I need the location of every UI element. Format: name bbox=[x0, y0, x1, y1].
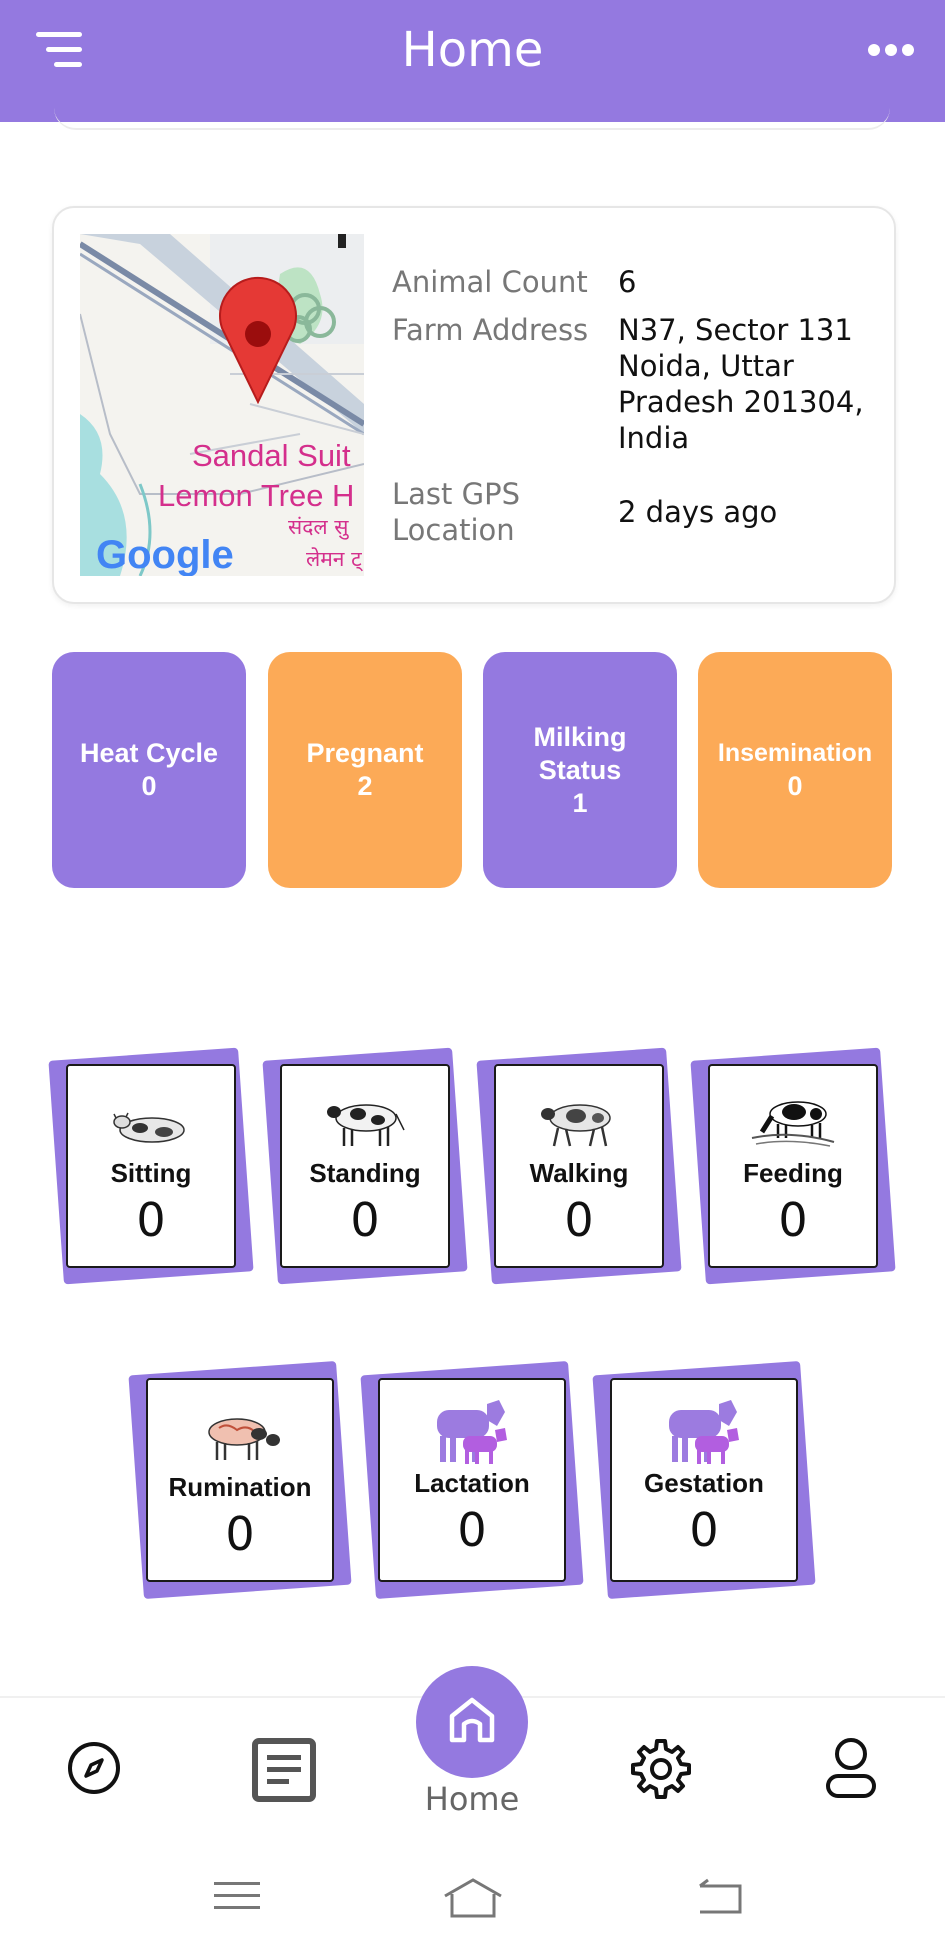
map-label-1: Sandal Suit bbox=[192, 438, 351, 473]
lactation-label: Lactation bbox=[414, 1468, 530, 1498]
feeding-card[interactable]: Feeding 0 bbox=[690, 1047, 896, 1285]
farm-address-value: N37, Sector 131 Noida, Uttar Pradesh 201… bbox=[618, 313, 864, 455]
home-icon bbox=[449, 1697, 495, 1743]
map-label-3: संदल सु bbox=[288, 515, 349, 540]
gps-value: 2 days ago bbox=[618, 495, 778, 529]
walking-label: Walking bbox=[529, 1158, 629, 1188]
system-navigation-bar bbox=[0, 1852, 945, 1950]
walking-card[interactable]: Walking 0 bbox=[476, 1047, 682, 1285]
heat-cycle-value: 0 bbox=[141, 771, 157, 801]
milking-status-label: Milking Status bbox=[533, 721, 627, 785]
sitting-card[interactable]: Sitting 0 bbox=[48, 1047, 254, 1285]
heat-cycle-label: Heat Cycle bbox=[79, 738, 219, 768]
rumination-count: 0 bbox=[225, 1507, 255, 1561]
cow-calf-icon bbox=[437, 1400, 507, 1464]
sitting-count: 0 bbox=[136, 1193, 166, 1247]
map-image: Sandal Suit Lemon Tree H संदल सु लेमन ट्… bbox=[80, 234, 364, 576]
milking-status-value: 1 bbox=[572, 787, 588, 818]
feeding-label: Feeding bbox=[743, 1158, 843, 1188]
gps-label: Last GPS Location bbox=[392, 477, 520, 547]
more-dots-icon[interactable] bbox=[867, 38, 915, 62]
map-label-4: लेमन ट् bbox=[306, 547, 363, 572]
pregnant-tile[interactable]: Pregnant 2 bbox=[268, 652, 462, 888]
cow-walking-icon bbox=[541, 1104, 611, 1147]
feeding-count: 0 bbox=[778, 1193, 808, 1247]
map-label-2: Lemon Tree H bbox=[158, 478, 354, 513]
animal-count-value: 6 bbox=[618, 265, 637, 299]
user-icon[interactable] bbox=[824, 1736, 878, 1800]
standing-count: 0 bbox=[350, 1193, 380, 1247]
cow-sitting-icon bbox=[113, 1112, 185, 1143]
lactation-count: 0 bbox=[457, 1503, 487, 1557]
page-title: Home bbox=[401, 22, 544, 78]
system-home-icon[interactable] bbox=[442, 1876, 504, 1920]
insemination-tile[interactable]: Insemination 0 bbox=[698, 652, 892, 888]
cow-calf-icon bbox=[669, 1400, 739, 1464]
standing-label: Standing bbox=[309, 1158, 421, 1188]
walking-count: 0 bbox=[564, 1193, 594, 1247]
recent-apps-icon[interactable] bbox=[214, 1876, 260, 1916]
compass-icon[interactable] bbox=[66, 1740, 122, 1796]
gestation-label: Gestation bbox=[644, 1468, 764, 1498]
back-icon[interactable] bbox=[696, 1876, 744, 1916]
rumination-label: Rumination bbox=[168, 1472, 312, 1502]
gestation-count: 0 bbox=[689, 1503, 719, 1557]
document-icon[interactable] bbox=[252, 1738, 316, 1802]
farm-info-card: Sandal Suit Lemon Tree H संदल सु लेमन ट्… bbox=[52, 206, 896, 604]
sitting-label: Sitting bbox=[110, 1158, 192, 1188]
standing-card[interactable]: Standing 0 bbox=[262, 1047, 468, 1285]
cow-standing-icon bbox=[327, 1104, 405, 1146]
milking-status-tile[interactable]: Milking Status 1 bbox=[483, 652, 677, 888]
insemination-label: Insemination bbox=[717, 739, 873, 767]
lactation-card[interactable]: Lactation 0 bbox=[360, 1361, 584, 1599]
pregnant-label: Pregnant bbox=[306, 738, 424, 768]
google-logo: Google bbox=[96, 533, 234, 576]
previous-card-edge bbox=[54, 104, 890, 130]
home-nav-label: Home bbox=[424, 1780, 520, 1818]
gear-icon[interactable] bbox=[630, 1738, 692, 1800]
insemination-value: 0 bbox=[787, 771, 803, 801]
rumination-card[interactable]: Rumination 0 bbox=[128, 1361, 352, 1599]
pregnant-value: 2 bbox=[357, 771, 373, 801]
animal-count-label: Animal Count bbox=[392, 265, 588, 299]
gestation-card[interactable]: Gestation 0 bbox=[592, 1361, 816, 1599]
farm-map[interactable]: Sandal Suit Lemon Tree H संदल सु लेमन ट्… bbox=[80, 234, 364, 576]
cow-rumination-icon bbox=[208, 1418, 280, 1460]
heat-cycle-tile[interactable]: Heat Cycle 0 bbox=[52, 652, 246, 888]
cow-feeding-icon bbox=[751, 1101, 835, 1147]
home-button[interactable] bbox=[416, 1666, 528, 1778]
farm-address-label: Farm Address bbox=[392, 313, 589, 347]
